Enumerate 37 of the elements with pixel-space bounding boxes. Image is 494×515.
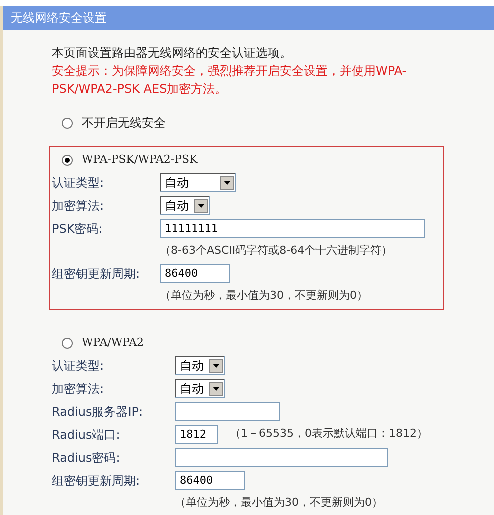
option-label: WPA-PSK/WPA2-PSK [82, 152, 198, 168]
input-field[interactable]: 1812 [175, 425, 218, 444]
field-label: Radius服务器IP: [52, 404, 144, 420]
input-field[interactable] [175, 402, 280, 421]
input-field[interactable]: 86400 [160, 264, 230, 283]
field-label: PSK密码: [52, 220, 104, 238]
hint-text: （单位为秒，最小值为30，不更新则为0） [160, 288, 368, 304]
hint-text: （1－65535，0表示默认端口：1812） [230, 426, 428, 442]
caret-icon [220, 176, 234, 190]
warning-text: 安全提示：为保障网络安全，强烈推荐开启安全设置，并使用WPA-PSK/WPA2-PSK AES加密方法。 [52, 63, 408, 98]
dropdown[interactable]: 自动 [160, 173, 236, 192]
radio-button[interactable] [62, 338, 73, 348]
window-title: 无线网络安全设置 [3, 6, 494, 30]
dropdown[interactable]: 自动 [175, 356, 225, 375]
intro-text: 本页面设置路由器无线网络的安全认证选项。 [52, 45, 293, 62]
hint-text: （单位为秒，最小值为30，不更新则为0） [175, 494, 383, 511]
field-label: Radius密码: [52, 450, 122, 466]
field-label: 认证类型: [52, 358, 106, 374]
field-label: 加密算法: [52, 198, 106, 214]
hint-text: （8-63个ASCII码字符或8-64个十六进制字符） [160, 242, 393, 259]
dropdown[interactable]: 自动 [160, 196, 210, 215]
field-label: Radius端口: [52, 426, 122, 444]
field-label: 组密钥更新周期: [52, 266, 142, 282]
option-label: 不开启无线安全 [82, 115, 166, 132]
input-field[interactable] [175, 448, 388, 467]
input-field[interactable]: 86400 [175, 471, 245, 490]
field-label: 认证类型: [52, 174, 106, 192]
field-label: 加密算法: [52, 380, 106, 398]
caret-icon [209, 382, 223, 396]
caret-icon [194, 198, 208, 212]
radio-button[interactable] [62, 118, 73, 128]
field-label: 组密钥更新周期: [52, 472, 142, 490]
radio-button[interactable] [62, 154, 73, 166]
dropdown[interactable]: 自动 [175, 379, 225, 398]
caret-icon [209, 358, 223, 372]
option-label: WPA/WPA2 [82, 334, 144, 351]
input-field[interactable]: 11111111 [160, 219, 425, 238]
